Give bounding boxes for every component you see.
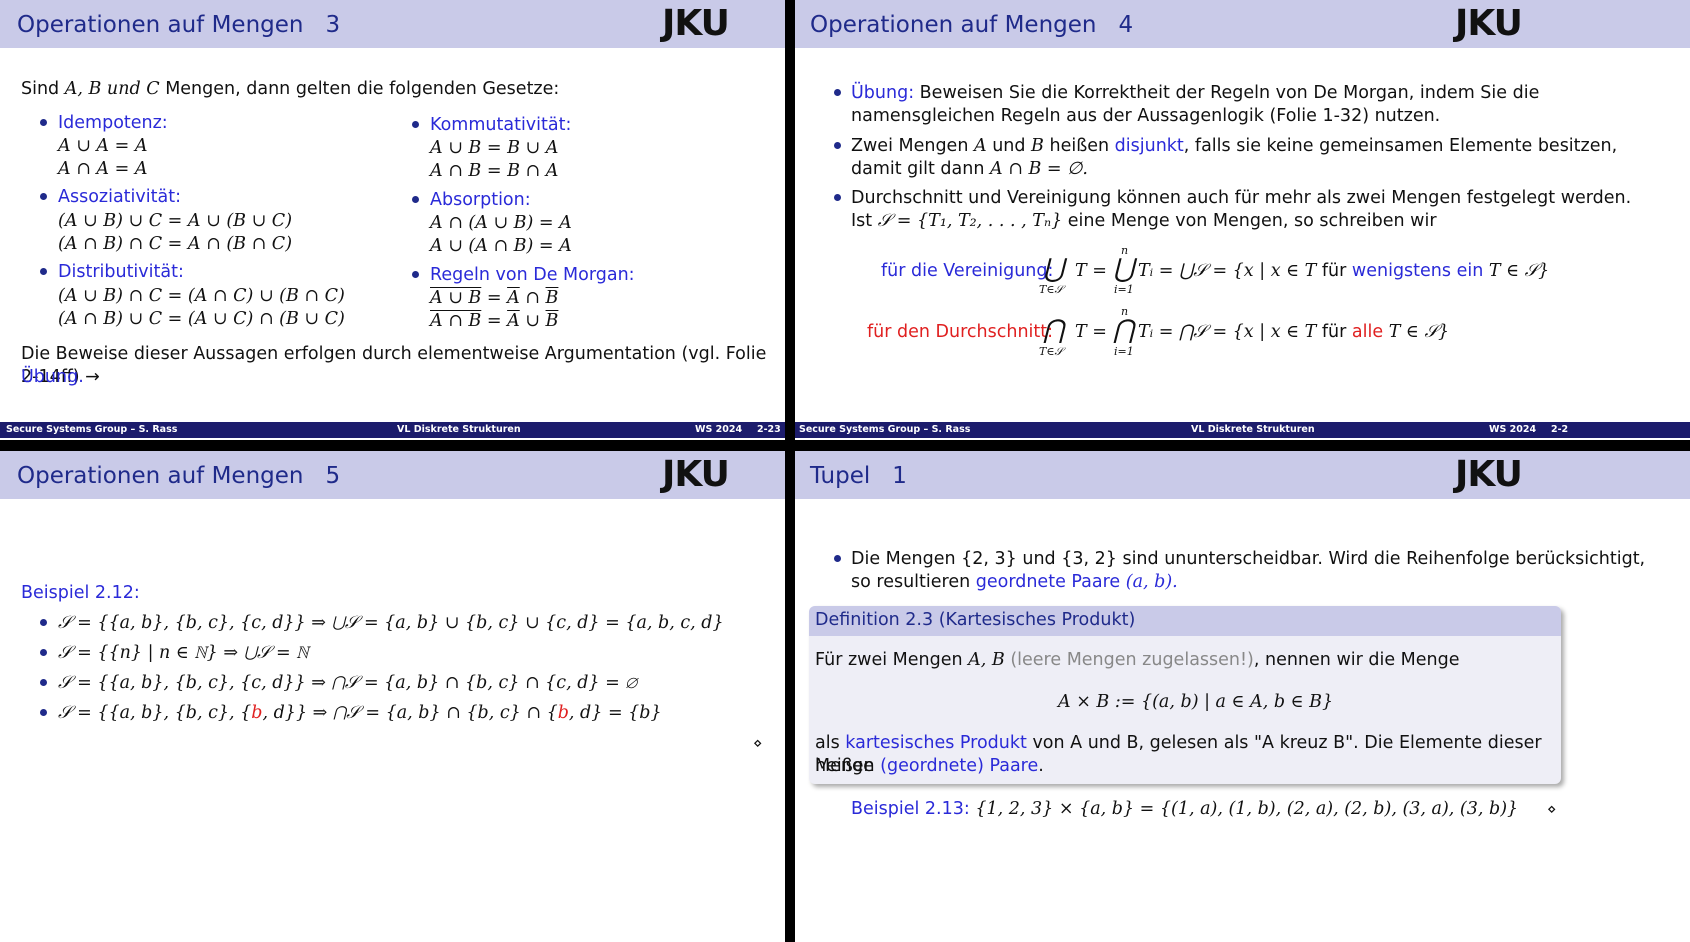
slide-header: Operationen auf Mengen 3 JKU <box>0 0 785 48</box>
footer: Secure Systems Group – S. Rass VL Diskre… <box>0 422 785 438</box>
uebung-link[interactable]: Übung. <box>21 366 84 389</box>
definition-formula: A × B := {(a, b) | a ∈ A, b ∈ B} <box>1058 692 1334 712</box>
formula: A ∩ B = B ∩ A <box>430 161 559 181</box>
uebung-text: Übung: Beweisen Sie die Korrektheit der … <box>851 83 1540 103</box>
proof-text: Die Beweise dieser Aussagen erfolgen dur… <box>21 344 767 387</box>
beispiel-line: Beispiel 2.13: {1, 2, 3} × {a, b} = {(1,… <box>851 799 1519 819</box>
bullet <box>834 194 841 201</box>
jku-logo: JKU <box>1455 454 1523 495</box>
jku-logo: JKU <box>662 454 730 495</box>
intro-text: Sind A, B und C Mengen, dann gelten die … <box>21 79 560 99</box>
definition-header: Definition 2.3 (Kartesisches Produkt) <box>809 606 1561 636</box>
formula: T = <box>1075 261 1107 281</box>
tupel-text: Die Mengen {2, 3} und {3, 2} sind ununte… <box>851 549 1646 569</box>
definition-text: Für zwei Mengen A, B (leere Mengen zugel… <box>815 650 1460 670</box>
slide-header: Operationen auf Mengen 4 JKU <box>795 0 1690 48</box>
assoziativitaet-heading: Assoziativität: <box>58 187 181 207</box>
de-morgan-heading: Regeln von De Morgan: <box>430 265 635 285</box>
formula: A ∪ A = A <box>58 136 148 156</box>
bullet <box>834 89 841 96</box>
slide-2-24: Operationen auf Mengen 4 JKU Übung: Bewei… <box>795 0 1690 440</box>
definition-title: Definition 2.3 (Kartesisches Produkt) <box>815 610 1136 630</box>
absorption-heading: Absorption: <box>430 190 531 210</box>
big-union-symbol: ⋃ <box>1043 254 1065 284</box>
uebung-text-cont: namensgleichen Regeln aus der Aussagenlo… <box>851 106 1441 126</box>
bullet <box>40 193 47 200</box>
mengen-text-cont: Ist 𝒮 = {T₁, T₂, . . . , Tₙ} eine Menge … <box>851 211 1437 231</box>
subscript: i=1 <box>1114 345 1134 358</box>
subscript: T∈𝒮 <box>1039 283 1063 296</box>
jku-logo: JKU <box>662 3 730 44</box>
page-number: 2-2 <box>1551 424 1569 435</box>
kommutativitaet-heading: Kommutativität: <box>430 115 572 135</box>
bullet <box>40 619 47 626</box>
bullet <box>412 196 419 203</box>
end-marker: ⋄ <box>1547 800 1557 818</box>
superscript: n <box>1121 244 1129 257</box>
slide-header: Operationen auf Mengen 5 JKU <box>0 451 785 499</box>
idempotenz-heading: Idempotenz: <box>58 113 168 133</box>
mengen-text: Durchschnitt und Vereinigung können auch… <box>851 188 1632 208</box>
durchschnitt-label: für den Durchschnitt: <box>867 322 1054 342</box>
formula: A ∪ (A ∩ B) = A <box>430 236 572 256</box>
slide-2-26: Tupel 1 JKU Die Mengen {2, 3} und {3, 2} … <box>795 451 1690 942</box>
formula: A ∩ (A ∪ B) = A <box>430 213 572 233</box>
slide-title: Operationen auf Mengen 3 <box>17 12 341 38</box>
bullet <box>834 555 841 562</box>
tupel-text-cont: so resultieren geordnete Paare (a, b). <box>851 572 1178 592</box>
example-formula: 𝒮 = {{a, b}, {b, c}, {b, d}} ⇒ ⋂𝒮 = {a, … <box>58 703 662 723</box>
bullet <box>40 268 47 275</box>
formula: A ∩ A = A <box>58 159 148 179</box>
bullet <box>834 142 841 149</box>
superscript: n <box>1121 305 1129 318</box>
bullet <box>40 709 47 716</box>
formula: Tᵢ = ⋂𝒮 = {x | x ∈ T für alle T ∈ 𝒮} <box>1138 322 1450 342</box>
bullet <box>412 271 419 278</box>
bullet <box>40 119 47 126</box>
big-intersection-symbol: ⋂ <box>1113 315 1135 345</box>
example-formula: 𝒮 = {{a, b}, {b, c}, {c, d}} ⇒ ⋃𝒮 = {a, … <box>58 613 724 633</box>
formula: A ∪ B = A ∩ B <box>430 288 559 308</box>
disjunkt-text-cont: damit gilt dann A ∩ B = ∅. <box>851 159 1088 179</box>
big-union-symbol: ⋃ <box>1113 254 1135 284</box>
bullet <box>412 121 419 128</box>
big-intersection-symbol: ⋂ <box>1043 315 1065 345</box>
page-number: 2-23 <box>757 424 781 435</box>
slide-title: Tupel 1 <box>810 463 907 489</box>
formula: A ∪ B = B ∪ A <box>430 138 559 158</box>
slide-header: Tupel 1 JKU <box>795 451 1690 499</box>
footer: Secure Systems Group – S. Rass VL Diskre… <box>795 422 1690 438</box>
formula: (A ∪ B) ∩ C = (A ∩ C) ∪ (B ∩ C) <box>58 286 345 306</box>
formula: (A ∩ B) ∪ C = (A ∪ C) ∩ (B ∪ C) <box>58 309 345 329</box>
slide-2-25: Operationen auf Mengen 5 JKU Beispiel 2.1… <box>0 451 785 942</box>
subscript: T∈𝒮 <box>1039 345 1063 358</box>
subscript: i=1 <box>1114 283 1134 296</box>
definition-text: heißen (geordnete) Paare. <box>815 756 1044 776</box>
definition-box: Definition 2.3 (Kartesisches Produkt) Fü… <box>809 606 1561 784</box>
formula: (A ∪ B) ∪ C = A ∪ (B ∪ C) <box>58 211 293 231</box>
end-marker: ⋄ <box>753 734 763 752</box>
beispiel-heading: Beispiel 2.12: <box>21 583 140 603</box>
jku-logo: JKU <box>1455 3 1523 44</box>
formula: (A ∩ B) ∩ C = A ∩ (B ∩ C) <box>58 234 293 254</box>
bullet <box>40 649 47 656</box>
bullet <box>40 679 47 686</box>
formula: T = <box>1075 322 1107 342</box>
slide-title: Operationen auf Mengen 4 <box>810 12 1134 38</box>
slide-2-23: Operationen auf Mengen 3 JKU Sind A, B un… <box>0 0 785 440</box>
formula: A ∩ B = A ∪ B <box>430 311 559 331</box>
formula: Tᵢ = ⋃𝒮 = {x | x ∈ T für wenigstens ein … <box>1138 261 1550 281</box>
distributivitaet-heading: Distributivität: <box>58 262 184 282</box>
slide-title: Operationen auf Mengen 5 <box>17 463 341 489</box>
disjunkt-text: Zwei Mengen A und B heißen disjunkt, fal… <box>851 136 1618 156</box>
example-formula: 𝒮 = {{n} | n ∈ ℕ} ⇒ ⋃𝒮 = ℕ <box>58 643 309 663</box>
example-formula: 𝒮 = {{a, b}, {b, c}, {c, d}} ⇒ ⋂𝒮 = {a, … <box>58 673 637 693</box>
vereinigung-label: für die Vereinigung: <box>881 261 1054 281</box>
